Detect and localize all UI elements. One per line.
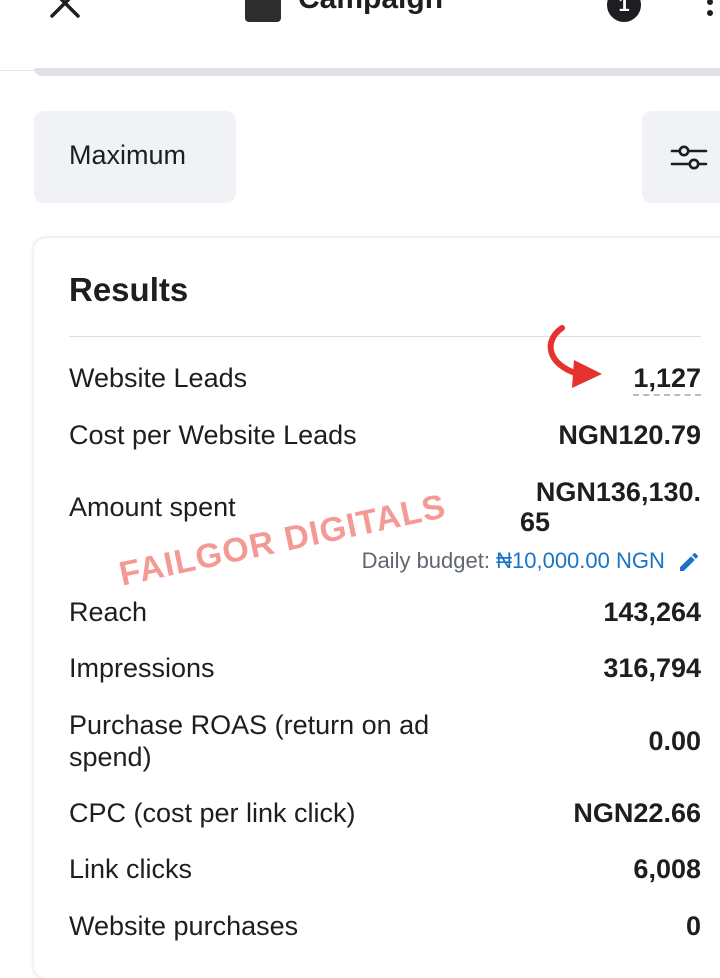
- edit-pencil-icon[interactable]: [677, 550, 701, 574]
- metric-value[interactable]: 1,127: [633, 362, 701, 396]
- metric-value: 143,264: [603, 597, 701, 627]
- metric-label-line2: spend): [69, 742, 152, 772]
- top-bar: Campaign 1: [0, 0, 720, 71]
- metric-value: 316,794: [603, 653, 701, 683]
- filter-settings-button[interactable]: [642, 111, 720, 203]
- metric-label: Website purchases: [69, 911, 299, 941]
- metric-label: Reach: [69, 597, 148, 627]
- metric-label: Website Leads: [69, 363, 248, 393]
- metric-value-line1: NGN136,130.: [535, 477, 701, 507]
- metric-value: 6,008: [633, 854, 701, 884]
- scrolled-panel-edge: [34, 68, 720, 76]
- sliders-icon: [670, 145, 708, 170]
- red-arrow-annotation: [547, 325, 602, 388]
- daily-budget-label: Daily budget:: [361, 548, 490, 573]
- notification-badge[interactable]: 1: [607, 0, 641, 22]
- metric-label: Link clicks: [69, 854, 193, 884]
- metric-label-line1: Purchase ROAS (return on ad: [69, 710, 430, 740]
- campaign-icon: [245, 0, 281, 22]
- daily-budget[interactable]: Daily budget: ₦10,000.00 NGN: [362, 547, 701, 575]
- metric-value-line2: 65: [520, 507, 551, 537]
- metric-value: 0.00: [648, 726, 701, 756]
- metric-label: Amount spent: [69, 492, 236, 522]
- close-icon[interactable]: [48, 0, 82, 20]
- page-title: Campaign: [298, 0, 443, 16]
- maximum-label: Maximum: [69, 140, 187, 170]
- results-heading: Results: [69, 271, 189, 308]
- metric-value: NGN22.66: [573, 798, 701, 828]
- metric-label: Cost per Website Leads: [69, 420, 357, 450]
- metric-label: CPC (cost per link click): [69, 798, 356, 828]
- daily-budget-amount[interactable]: ₦10,000.00 NGN: [496, 548, 665, 573]
- metric-value: NGN120.79: [558, 420, 701, 450]
- metric-value: 0: [685, 911, 701, 941]
- more-options-icon[interactable]: [706, 0, 714, 26]
- metric-label: Impressions: [69, 653, 215, 683]
- maximum-button[interactable]: Maximum: [34, 111, 236, 203]
